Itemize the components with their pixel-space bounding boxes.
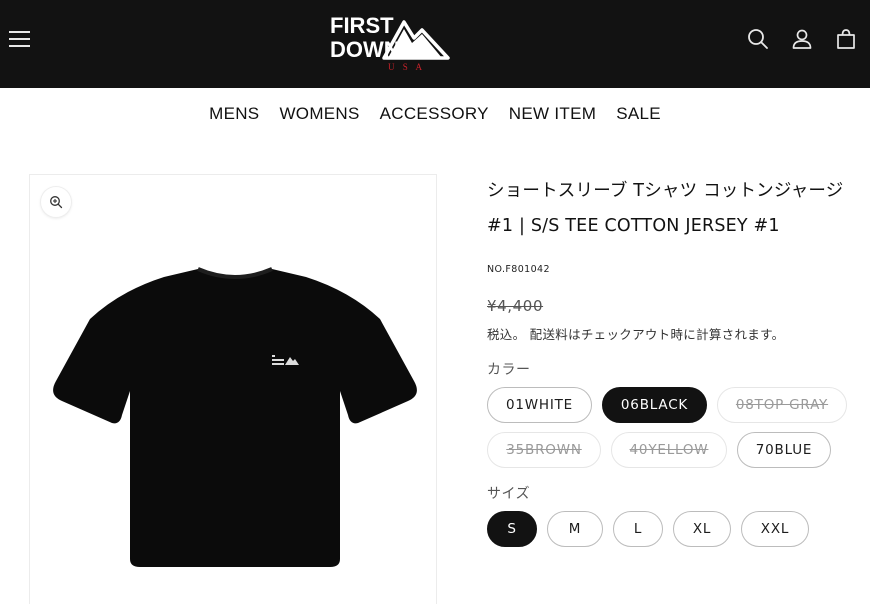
color-option[interactable]: 70BLUE [737,432,831,468]
size-option[interactable]: L [613,511,663,547]
color-option[interactable]: 40YELLOW [611,432,727,468]
size-option[interactable]: S [487,511,537,547]
cart-icon[interactable] [834,27,858,51]
product-sku: NO.F801042 [487,264,550,275]
color-option[interactable]: 08TOP GRAY [717,387,847,423]
menu-icon[interactable] [9,29,31,49]
product-media[interactable] [29,174,437,604]
color-option[interactable]: 06BLACK [602,387,707,423]
nav-mens[interactable]: MENS [209,104,259,124]
color-option[interactable]: 01WHITE [487,387,592,423]
color-label: カラー [487,362,531,378]
size-option[interactable]: XL [673,511,731,547]
tax-note: 税込。 配送料はチェックアウト時に計算されます。 [487,327,785,342]
product-info: ショートスリーブ Tシャツ コットンジャージ #1 | S/S TEE COTT… [487,174,857,547]
nav-accessory[interactable]: ACCESSORY [380,104,489,124]
zoom-in-icon [50,196,63,209]
account-icon[interactable] [790,27,814,51]
brand-logo[interactable]: FIRST DOWN U S A [328,10,450,72]
zoom-button[interactable] [41,187,71,217]
color-option[interactable]: 35BROWN [487,432,601,468]
nav-new-item[interactable]: NEW ITEM [509,104,596,124]
nav-sale[interactable]: SALE [616,104,661,124]
color-options: 01WHITE 06BLACK 08TOP GRAY 35BROWN 40YEL… [487,387,857,468]
search-icon[interactable] [746,27,770,51]
nav-womens[interactable]: WOMENS [279,104,359,124]
main-nav: MENS WOMENS ACCESSORY NEW ITEM SALE [0,104,870,124]
logo-sub: U S A [388,62,425,72]
site-header: FIRST DOWN U S A [0,0,870,88]
product-title: ショートスリーブ Tシャツ コットンジャージ #1 | S/S TEE COTT… [487,181,844,236]
product-image-tshirt [53,267,417,567]
size-option[interactable]: M [547,511,603,547]
product-price: ¥4,400 [487,297,544,315]
size-options: S M L XL XXL [487,511,857,547]
size-option[interactable]: XXL [741,511,809,547]
size-label: サイズ [487,486,531,502]
logo-line1: FIRST [330,13,394,38]
